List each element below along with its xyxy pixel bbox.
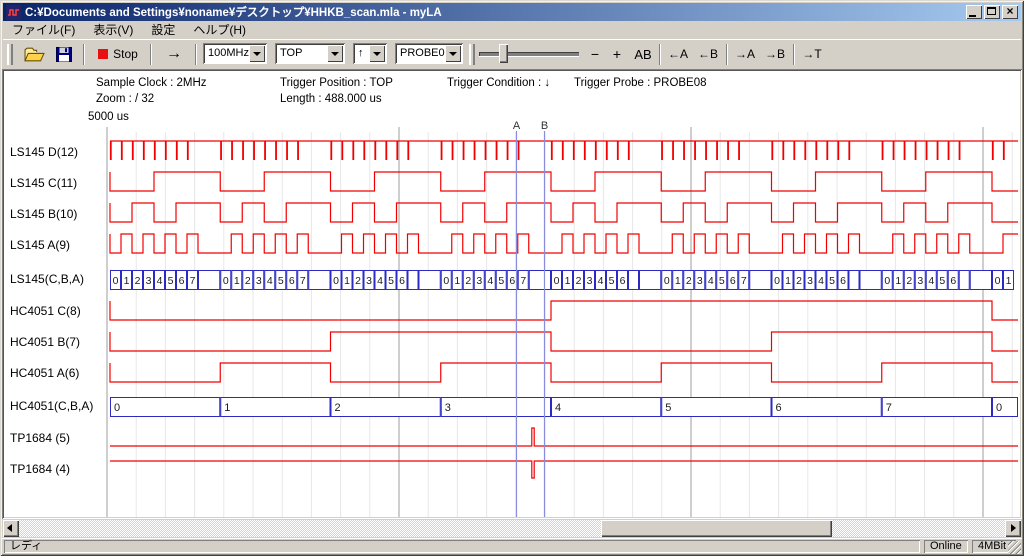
- toolbar-separator: [793, 44, 795, 65]
- stop-button[interactable]: Stop: [91, 42, 145, 66]
- channel-label: HC4051 A(6): [10, 366, 79, 380]
- stop-icon: [98, 49, 108, 59]
- save-button[interactable]: [50, 42, 78, 66]
- open-file-button[interactable]: [19, 42, 49, 66]
- menu-item-view[interactable]: 表示(V): [84, 22, 142, 38]
- zoom-out-button[interactable]: −: [585, 42, 605, 66]
- chevron-down-icon[interactable]: [249, 45, 265, 62]
- run-button[interactable]: →: [158, 42, 190, 66]
- time-division-label: 5000 us: [88, 111, 129, 123]
- chevron-down-icon[interactable]: [369, 45, 385, 62]
- zoom-in-button[interactable]: +: [607, 42, 627, 66]
- zoom-slider-track[interactable]: [479, 52, 579, 56]
- status-online-badge: Online: [924, 540, 968, 553]
- waveform-area[interactable]: [2, 69, 1022, 519]
- toolbar-separator: [659, 44, 661, 65]
- minimize-icon: [969, 15, 976, 17]
- chevron-down-icon[interactable]: [327, 45, 343, 62]
- channel-label: TP1684 (5): [10, 431, 70, 445]
- toolbar-separator: [83, 44, 85, 65]
- scrollbar-thumb[interactable]: [601, 520, 832, 537]
- channel-label: LS145 D(12): [10, 145, 78, 159]
- goto-cursor-a-left-button[interactable]: ←A: [664, 42, 692, 66]
- stop-label: Stop: [113, 47, 138, 61]
- status-bar: レディ Online 4MBit: [2, 538, 1022, 554]
- goto-cursor-a-right-button[interactable]: →A: [731, 42, 759, 66]
- tool-bar: Stop → 100MHz TOP ↑ PROBE00 − + AB ←A ←B: [3, 39, 1021, 68]
- close-icon: ×: [1002, 4, 1018, 19]
- channel-label: HC4051 C(8): [10, 304, 81, 318]
- channel-label: LS145 B(10): [10, 207, 77, 221]
- resize-grip[interactable]: [1008, 541, 1021, 554]
- right-arrow-icon: [1011, 524, 1016, 532]
- floppy-icon: [56, 47, 72, 62]
- channel-label: TP1684 (4): [10, 462, 70, 476]
- menu-item-settings[interactable]: 設定: [142, 22, 184, 38]
- minimize-button[interactable]: [966, 5, 982, 19]
- title-bar[interactable]: C:¥Documents and Settings¥noname¥デスクトップ¥…: [3, 3, 1021, 21]
- trigger-condition-text: Trigger Condition : ↓: [447, 77, 550, 89]
- app-icon: [6, 5, 21, 20]
- scroll-left-button[interactable]: [3, 520, 19, 537]
- toolbar-grip[interactable]: [7, 44, 13, 65]
- close-button[interactable]: ×: [1002, 5, 1018, 19]
- clock-value: 100MHz: [203, 43, 249, 64]
- status-ready-text: レディ: [4, 540, 920, 553]
- channel-label: HC4051(C,B,A): [10, 399, 93, 413]
- toolbar-grip[interactable]: [469, 44, 475, 65]
- goto-trigger-button[interactable]: →T: [798, 42, 826, 66]
- chevron-down-icon[interactable]: [445, 45, 461, 62]
- trigger-edge-select[interactable]: ↑: [353, 43, 387, 64]
- toolbar-separator: [150, 44, 152, 65]
- trigger-position-text: Trigger Position : TOP: [280, 77, 393, 89]
- zoom-text: Zoom : / 32: [96, 93, 154, 105]
- goto-cursor-b-right-button[interactable]: →B: [761, 42, 789, 66]
- app-window: C:¥Documents and Settings¥noname¥デスクトップ¥…: [0, 0, 1024, 556]
- channel-label: LS145 A(9): [10, 238, 70, 252]
- probe-value: PROBE00: [395, 43, 445, 64]
- clock-select[interactable]: 100MHz: [203, 43, 267, 64]
- toolbar-separator: [726, 44, 728, 65]
- trigger-edge-value: ↑: [353, 43, 369, 64]
- trigger-position-value: TOP: [275, 43, 327, 64]
- scroll-right-button[interactable]: [1005, 520, 1021, 537]
- horizontal-scrollbar[interactable]: [3, 520, 1021, 537]
- ab-range-button[interactable]: AB: [631, 42, 655, 66]
- maximize-icon: [987, 7, 996, 15]
- open-folder-icon: [24, 47, 45, 62]
- channel-label: LS145 C(11): [10, 176, 77, 190]
- sample-clock-text: Sample Clock : 2MHz: [96, 77, 207, 89]
- channel-label: HC4051 B(7): [10, 335, 80, 349]
- window-title: C:¥Documents and Settings¥noname¥デスクトップ¥…: [25, 4, 442, 20]
- menu-bar: ファイル(F) 表示(V) 設定 ヘルプ(H): [3, 22, 1021, 38]
- channel-label: LS145(C,B,A): [10, 272, 84, 286]
- toolbar-separator: [195, 44, 197, 65]
- goto-cursor-b-left-button[interactable]: ←B: [694, 42, 722, 66]
- menu-item-help[interactable]: ヘルプ(H): [184, 22, 255, 38]
- menu-item-file[interactable]: ファイル(F): [3, 22, 84, 38]
- maximize-button[interactable]: [984, 5, 1000, 19]
- left-arrow-icon: [7, 524, 12, 532]
- trigger-position-select[interactable]: TOP: [275, 43, 345, 64]
- length-text: Length : 488.000 us: [280, 93, 382, 105]
- probe-select[interactable]: PROBE00: [395, 43, 463, 64]
- trigger-probe-text: Trigger Probe : PROBE08: [574, 77, 707, 89]
- zoom-slider-thumb[interactable]: [499, 44, 508, 63]
